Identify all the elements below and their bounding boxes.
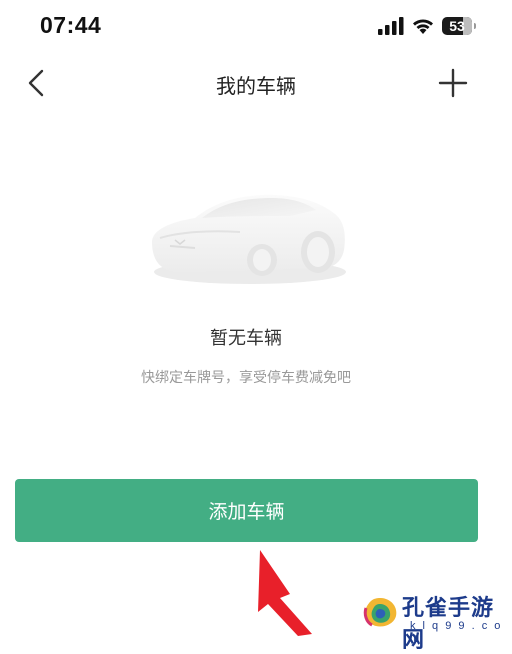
watermark-url: k l q 9 9 . c o m [410, 620, 503, 644]
status-bar: 07:44 53 [0, 0, 512, 52]
add-vehicle-button-label: 添加车辆 [208, 501, 285, 523]
status-icons: 53 [378, 14, 476, 38]
watermark: 孔雀手游网 k l q 9 9 . c o m [360, 590, 512, 653]
empty-state-subtitle: 快绑定车牌号，享受停车费减免吧 [141, 370, 351, 386]
car-icon [152, 194, 346, 284]
signal-icon [378, 17, 404, 35]
empty-state-title: 暂无车辆 [210, 328, 282, 349]
arrow-icon [258, 550, 312, 636]
battery-level: 53 [449, 18, 465, 34]
peacock-logo-icon [363, 598, 397, 627]
nav-bar: 我的车辆 [0, 58, 512, 108]
page-title: 我的车辆 [216, 74, 296, 98]
status-time: 07:44 [40, 12, 102, 38]
add-vehicle-button[interactable]: 添加车辆 [15, 479, 478, 542]
wifi-icon [413, 19, 433, 34]
plus-icon[interactable] [438, 66, 468, 100]
battery-icon: 53 [442, 17, 476, 35]
